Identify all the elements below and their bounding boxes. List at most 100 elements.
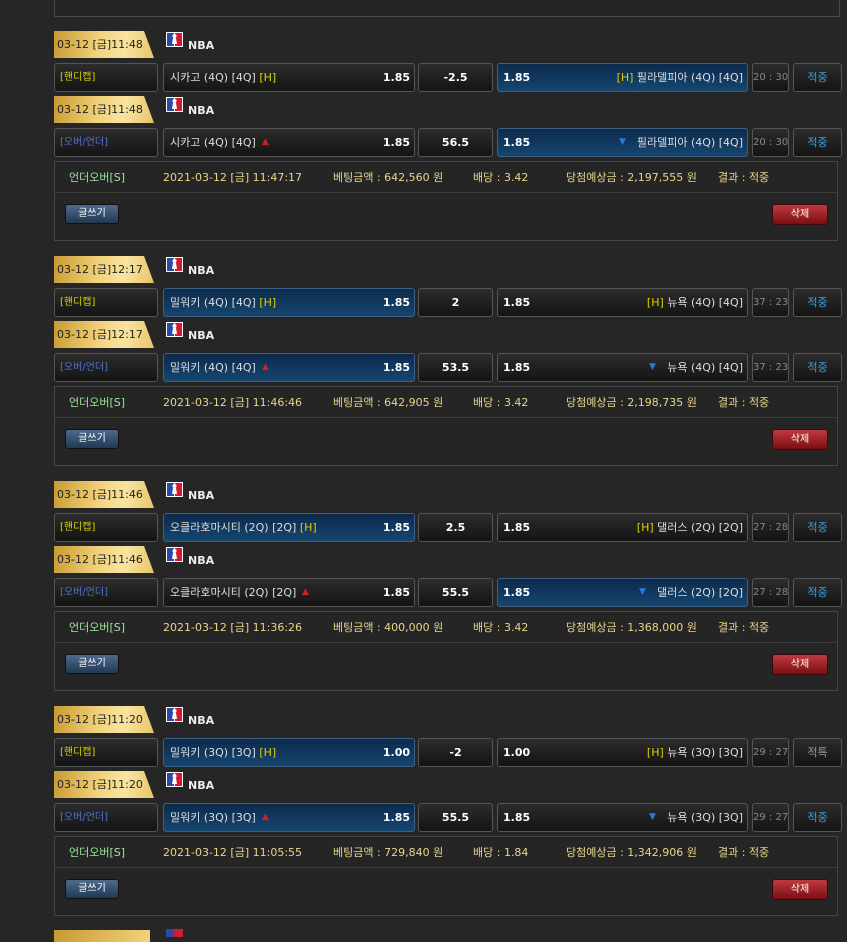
bet-result: 결과 : 적중 bbox=[718, 846, 770, 859]
league-name: NBA bbox=[188, 104, 215, 117]
write-button[interactable]: 글쓰기 bbox=[65, 879, 119, 899]
league-name: NBA bbox=[188, 554, 215, 567]
match-datetime-tag: 03-12 [금]12:17 bbox=[54, 321, 154, 348]
game-result: 적특 bbox=[793, 738, 842, 767]
delete-button[interactable]: 삭제 bbox=[772, 429, 828, 450]
game-result: 적중 bbox=[793, 578, 842, 607]
bet-odds: 배당 : 3.42 bbox=[473, 171, 529, 184]
game-entry: 03-12 [금]11:46 NBA [오버/언더] 오클라호마시티 (2Q) [2Q… bbox=[0, 546, 847, 611]
home-team-odds-button[interactable]: 시카고 (4Q) [4Q] [H] 1.85 bbox=[163, 63, 415, 92]
handicap-line: 55.5 bbox=[418, 803, 493, 832]
home-odds: 1.85 bbox=[382, 811, 410, 824]
game-score: 29 : 27 bbox=[752, 803, 789, 832]
bet-group: 03-12 [금]11:46 NBA [핸디캡] 오클라호마시티 (2Q) [2Q] … bbox=[0, 481, 847, 692]
home-team-odds-button[interactable]: 밀워키 (4Q) [4Q] ▲ 1.85 bbox=[163, 353, 415, 382]
delete-button[interactable]: 삭제 bbox=[772, 654, 828, 675]
nba-logo-icon bbox=[166, 322, 183, 337]
game-score: 20 : 30 bbox=[752, 63, 789, 92]
bet-row: [핸디캡] 시카고 (4Q) [4Q] [H] 1.85 -2.5 [H] 필라델피아 … bbox=[0, 63, 847, 92]
bet-type: [오버/언더] bbox=[54, 353, 158, 382]
away-team-odds-button[interactable]: 필라델피아 (4Q) [4Q] ▼ 1.85 bbox=[497, 128, 748, 157]
away-team-name: 댈러스 (2Q) [2Q] bbox=[657, 521, 743, 534]
bet-summary-bar: 언더오버[S] 2021-03-12 [금] 11:36:26 베팅금액 : 400… bbox=[55, 612, 837, 643]
game-entry: 03-12 [금]12:17 NBA [오버/언더] 밀워키 (4Q) [4Q] ▲ 1.… bbox=[0, 321, 847, 386]
bet-type: [오버/언더] bbox=[54, 803, 158, 832]
home-team-name: 밀워키 (4Q) [4Q] bbox=[170, 296, 256, 309]
write-button[interactable]: 글쓰기 bbox=[65, 429, 119, 449]
away-odds: 1.85 bbox=[503, 296, 531, 309]
home-odds: 1.00 bbox=[382, 746, 410, 759]
home-team-odds-button[interactable]: 밀워키 (3Q) [3Q] ▲ 1.85 bbox=[163, 803, 415, 832]
away-team-name: 필라델피아 (4Q) [4Q] bbox=[636, 136, 743, 149]
home-team-odds-button[interactable]: 밀워키 (3Q) [3Q] [H] 1.00 bbox=[163, 738, 415, 767]
bet-time: 2021-03-12 [금] 11:05:55 bbox=[163, 846, 303, 859]
bet-row: [오버/언더] 시카고 (4Q) [4Q] ▲ 1.85 56.5 필라델피아 (4Q) … bbox=[0, 128, 847, 157]
home-team-odds-button[interactable]: 밀워키 (4Q) [4Q] [H] 1.85 bbox=[163, 288, 415, 317]
away-team: [H] 필라델피아 (4Q) [4Q] bbox=[617, 64, 743, 91]
away-team-odds-button[interactable]: 뉴욕 (4Q) [4Q] ▼ 1.85 bbox=[497, 353, 748, 382]
delete-button[interactable]: 삭제 bbox=[772, 204, 828, 225]
delete-button[interactable]: 삭제 bbox=[772, 879, 828, 900]
home-odds: 1.85 bbox=[382, 296, 410, 309]
bet-group: 03-12 [금]11:20 NBA [핸디캡] 밀워키 (3Q) [3Q] [H] 1… bbox=[0, 706, 847, 917]
bet-type-label: 언더오버[S] bbox=[69, 171, 126, 184]
expected-payout: 당첨예상금 : 2,197,555 원 bbox=[566, 171, 697, 184]
bet-type: [핸디캡] bbox=[54, 288, 158, 317]
home-team-odds-button[interactable]: 오클라호마시티 (2Q) [2Q] ▲ 1.85 bbox=[163, 578, 415, 607]
away-odds: 1.00 bbox=[503, 746, 531, 759]
away-team-name: 필라델피아 (4Q) [4Q] bbox=[636, 71, 743, 84]
home-team-odds-button[interactable]: 오클라호마시티 (2Q) [2Q] [H] 1.85 bbox=[163, 513, 415, 542]
bet-group: 03-12 [금]11:48 NBA [핸디캡] 시카고 (4Q) [4Q] [H] 1… bbox=[0, 31, 847, 242]
bet-summary: 언더오버[S] 2021-03-12 [금] 11:36:26 베팅금액 : 400… bbox=[54, 611, 838, 691]
game-entry: 03-12 [금]11:48 NBA [오버/언더] 시카고 (4Q) [4Q] ▲ 1.… bbox=[0, 96, 847, 161]
away-team: [H] 뉴욕 (4Q) [4Q] bbox=[647, 289, 743, 316]
game-result: 적중 bbox=[793, 803, 842, 832]
handicap-line: -2 bbox=[418, 738, 493, 767]
bet-odds: 배당 : 3.42 bbox=[473, 621, 529, 634]
home-odds: 1.85 bbox=[382, 521, 410, 534]
write-button[interactable]: 글쓰기 bbox=[65, 654, 119, 674]
write-button[interactable]: 글쓰기 bbox=[65, 204, 119, 224]
home-flag: [H] bbox=[636, 521, 654, 534]
away-team-odds-button[interactable]: [H] 뉴욕 (4Q) [4Q] 1.85 bbox=[497, 288, 748, 317]
away-team-odds-button[interactable]: 댈러스 (2Q) [2Q] ▼ 1.85 bbox=[497, 578, 748, 607]
next-datetime-tag bbox=[54, 930, 150, 942]
away-team: 뉴욕 (4Q) [4Q] bbox=[667, 354, 743, 381]
over-arrow-up-icon: ▲ bbox=[262, 137, 269, 147]
away-team-name: 뉴욕 (4Q) [4Q] bbox=[667, 296, 743, 309]
expected-payout: 당첨예상금 : 1,368,000 원 bbox=[566, 621, 697, 634]
home-team-odds-button[interactable]: 시카고 (4Q) [4Q] ▲ 1.85 bbox=[163, 128, 415, 157]
handicap-line: 2 bbox=[418, 288, 493, 317]
home-flag: [H] bbox=[259, 746, 277, 759]
bet-group: 03-12 [금]12:17 NBA [핸디캡] 밀워키 (4Q) [4Q] [H] 1… bbox=[0, 256, 847, 467]
game-result: 적중 bbox=[793, 513, 842, 542]
game-score: 37 : 23 bbox=[752, 353, 789, 382]
away-team-odds-button[interactable]: [H] 뉴욕 (3Q) [3Q] 1.00 bbox=[497, 738, 748, 767]
bet-summary: 언더오버[S] 2021-03-12 [금] 11:47:17 베팅금액 : 642… bbox=[54, 161, 838, 241]
game-entry: 03-12 [금]11:20 NBA [핸디캡] 밀워키 (3Q) [3Q] [H] 1… bbox=[0, 706, 847, 771]
bet-type-label: 언더오버[S] bbox=[69, 396, 126, 409]
under-arrow-down-icon: ▼ bbox=[619, 137, 626, 147]
away-team-odds-button[interactable]: [H] 필라델피아 (4Q) [4Q] 1.85 bbox=[497, 63, 748, 92]
game-score: 27 : 28 bbox=[752, 578, 789, 607]
bet-amount: 베팅금액 : 642,905 원 bbox=[333, 396, 444, 409]
game-score: 29 : 27 bbox=[752, 738, 789, 767]
bet-odds: 배당 : 3.42 bbox=[473, 396, 529, 409]
bet-row: [오버/언더] 오클라호마시티 (2Q) [2Q] ▲ 1.85 55.5 댈러스 (2Q… bbox=[0, 578, 847, 607]
away-odds: 1.85 bbox=[503, 521, 531, 534]
home-team: 시카고 (4Q) [4Q] [H] bbox=[170, 64, 276, 91]
bet-type-label: 언더오버[S] bbox=[69, 846, 126, 859]
handicap-line: 2.5 bbox=[418, 513, 493, 542]
game-entry: 03-12 [금]11:20 NBA [오버/언더] 밀워키 (3Q) [3Q] ▲ 1.… bbox=[0, 771, 847, 836]
match-datetime-tag: 03-12 [금]11:46 bbox=[54, 481, 154, 508]
home-flag: [H] bbox=[299, 521, 317, 534]
away-team-odds-button[interactable]: [H] 댈러스 (2Q) [2Q] 1.85 bbox=[497, 513, 748, 542]
game-entry: 03-12 [금]12:17 NBA [핸디캡] 밀워키 (4Q) [4Q] [H] 1… bbox=[0, 256, 847, 321]
home-odds: 1.85 bbox=[382, 136, 410, 149]
bet-row: [오버/언더] 밀워키 (4Q) [4Q] ▲ 1.85 53.5 뉴욕 (4Q) [4Q… bbox=[0, 353, 847, 382]
away-team: 뉴욕 (3Q) [3Q] bbox=[667, 804, 743, 831]
league-name: NBA bbox=[188, 489, 215, 502]
away-team-odds-button[interactable]: 뉴욕 (3Q) [3Q] ▼ 1.85 bbox=[497, 803, 748, 832]
home-flag: [H] bbox=[646, 746, 664, 759]
handicap-line: 55.5 bbox=[418, 578, 493, 607]
